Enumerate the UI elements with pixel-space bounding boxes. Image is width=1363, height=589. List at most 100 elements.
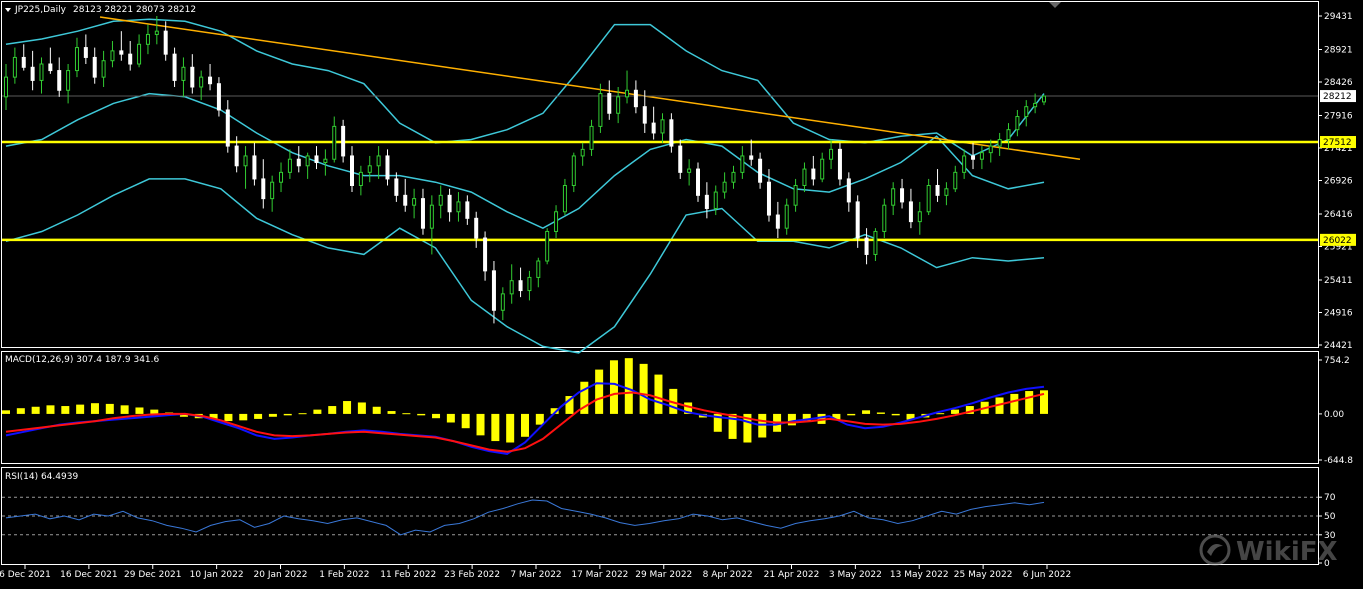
candle-body — [332, 125, 337, 160]
candle-body — [900, 188, 905, 203]
macd-tick-label: 0.00 — [1324, 410, 1344, 420]
candle-body — [154, 30, 159, 35]
candle-body — [758, 158, 763, 183]
candle-body — [1042, 95, 1046, 103]
rsi-tick-label: 50 — [1324, 512, 1336, 522]
candle-body — [882, 204, 887, 232]
candle-body — [536, 260, 541, 278]
candle-body — [971, 155, 976, 160]
candle-body — [846, 178, 851, 203]
date-tick-label: 8 Apr 2022 — [703, 570, 753, 580]
macd-histogram-bar — [150, 409, 159, 414]
macd-histogram-bar — [521, 413, 529, 437]
candle-body — [208, 76, 213, 85]
candle-body — [864, 237, 869, 255]
rsi-line — [5, 499, 1045, 536]
date-tick-label: 25 May 2022 — [954, 570, 1013, 580]
candle-body — [252, 155, 257, 180]
date-tick-label: 6 Dec 2021 — [0, 570, 51, 580]
macd-histogram-bar — [120, 405, 129, 414]
candle-body — [820, 158, 825, 180]
macd-histogram-bar — [417, 413, 426, 416]
candle-body — [83, 47, 88, 58]
candle-body — [500, 293, 505, 311]
date-tick-label: 7 Mar 2022 — [510, 570, 561, 580]
candle-body — [270, 181, 275, 200]
price-tick-label: 29431 — [1324, 12, 1353, 22]
candle-body — [704, 194, 709, 209]
macd-histogram-bar — [535, 413, 544, 425]
macd-histogram-bar — [268, 413, 277, 417]
candle-body — [279, 171, 284, 183]
main-header-ohlc: 28123 28221 28073 28212 — [73, 5, 196, 15]
date-tick-label: 6 Jun 2022 — [1023, 570, 1071, 580]
candle-body — [518, 280, 523, 292]
scroll-marker-icon[interactable] — [1049, 2, 1061, 8]
date-tick-label: 20 Jan 2022 — [254, 570, 308, 580]
macd-histogram-bar — [876, 412, 885, 414]
candle-body — [261, 178, 266, 200]
candle-body — [491, 270, 496, 311]
candle-body — [633, 89, 638, 108]
macd-histogram-bar — [491, 413, 500, 442]
candle-body — [651, 122, 656, 134]
macd-histogram-bar — [357, 402, 366, 414]
macd-histogram-bar — [31, 406, 40, 414]
macd-histogram-bar — [654, 374, 663, 414]
date-tick-label: 21 Apr 2022 — [764, 570, 820, 580]
candle-body — [1033, 102, 1038, 108]
candle-body — [394, 178, 399, 196]
candle-body — [128, 53, 133, 65]
watermark-logo — [1199, 534, 1231, 566]
symbol-dropdown-icon[interactable] — [5, 8, 11, 12]
date-tick-label: 16 Dec 2021 — [60, 570, 118, 580]
macd-histogram-bar — [1010, 393, 1019, 414]
macd-histogram-bar — [609, 360, 618, 414]
macd-histogram-bar — [891, 413, 900, 416]
candle-body — [829, 148, 834, 160]
candle-body — [979, 152, 984, 160]
macd-histogram-bar — [506, 413, 515, 443]
candle-body — [962, 155, 967, 173]
macd-histogram-bar — [239, 413, 248, 421]
candle-body — [1024, 106, 1029, 118]
main-price-pane[interactable] — [2, 16, 1318, 354]
date-tick-label: 13 May 2022 — [890, 570, 949, 580]
candle-body — [216, 83, 221, 111]
candle-body — [908, 201, 913, 223]
candle-body — [412, 198, 417, 206]
candle-body — [323, 158, 328, 164]
macd-histogram-bar — [787, 413, 796, 426]
candle-body — [616, 96, 621, 114]
macd-pane[interactable] — [2, 358, 1048, 455]
macd-tick-label: 754.2 — [1324, 356, 1350, 366]
watermark-text: WikiFX — [1236, 537, 1338, 567]
macd-histogram-bar — [313, 409, 322, 414]
candle-body — [438, 194, 443, 206]
candle-body — [483, 237, 488, 272]
price-tick-label: 26926 — [1324, 177, 1353, 187]
candle-body — [784, 204, 789, 229]
date-tick-label: 29 Dec 2021 — [124, 570, 182, 580]
rsi-pane[interactable] — [2, 496, 1318, 536]
candle-body — [456, 201, 461, 213]
candle-body — [474, 217, 479, 239]
candle-body — [873, 230, 878, 255]
date-tick-label: 23 Feb 2022 — [444, 570, 500, 580]
candle-body — [625, 89, 630, 98]
candle-body — [341, 125, 346, 157]
candle-body — [66, 70, 71, 91]
candle-body — [766, 181, 771, 216]
candle-body — [554, 211, 559, 232]
bollinger-upper-band — [5, 18, 1045, 157]
macd-histogram-bar — [476, 413, 485, 436]
candle-body — [944, 188, 949, 196]
candle-body — [39, 63, 44, 81]
macd-histogram-bar — [328, 406, 337, 414]
candle-body — [4, 76, 8, 98]
candle-body — [74, 47, 79, 72]
candle-body — [420, 198, 425, 229]
macd-histogram-bar — [387, 411, 396, 414]
macd-histogram-bar — [46, 405, 55, 414]
candle-body — [465, 201, 470, 219]
